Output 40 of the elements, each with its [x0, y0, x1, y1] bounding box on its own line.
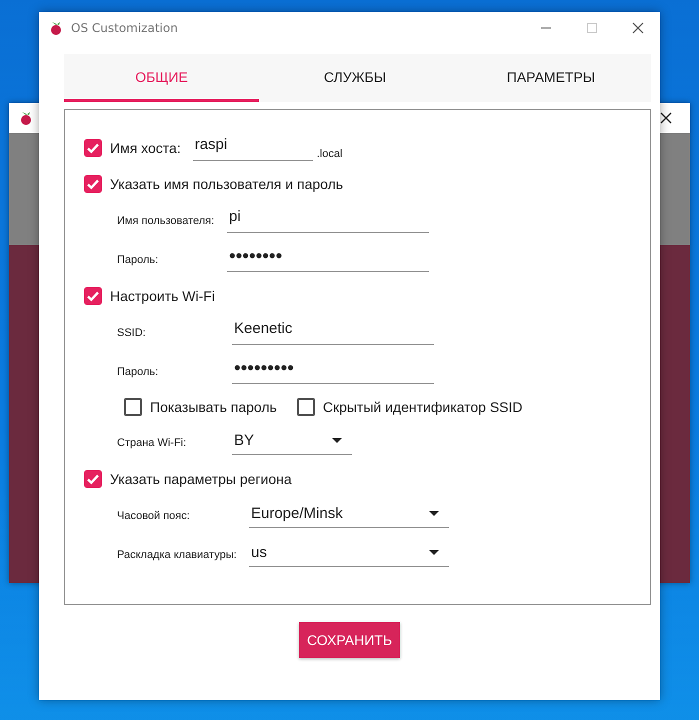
dropdown-arrow-icon	[332, 438, 342, 442]
field-label: Страна Wi-Fi:	[117, 436, 188, 448]
checkbox[interactable]	[124, 398, 142, 416]
option-label: Настроить Wi-Fi	[110, 288, 215, 304]
field-label: Пароль:	[117, 366, 160, 378]
checkbox[interactable]	[84, 175, 102, 193]
tab[interactable]: ОБЩИЕ	[64, 54, 259, 102]
option-label: Имя хоста:	[110, 140, 181, 156]
tab[interactable]: ПАРАМЕТРЫ	[451, 54, 651, 102]
option-label: Указать параметры региона	[110, 471, 292, 487]
checkbox[interactable]	[84, 470, 102, 488]
password-field[interactable]: •••••••••	[232, 359, 434, 384]
checkbox-label: Показывать пароль	[150, 399, 277, 415]
dropdown-arrow-icon	[429, 510, 439, 516]
window-title: OS Customization	[71, 21, 179, 35]
raspberry-icon	[49, 20, 63, 36]
save-button[interactable]: СОХРАНИТЬ	[298, 622, 400, 658]
checkbox-label: Скрытый идентификатор SSID	[322, 399, 522, 415]
field-label: Пароль:	[117, 254, 160, 266]
checkbox[interactable]	[296, 398, 315, 416]
dropdown[interactable]: Europe/Minsk	[249, 503, 449, 528]
dropdown-arrow-icon	[429, 550, 439, 554]
field-label: Раскладка клавиатуры:	[117, 548, 238, 560]
tab[interactable]: СЛУЖБЫ	[259, 54, 451, 102]
dropdown[interactable]: BY	[232, 430, 352, 455]
field-label: Часовой пояс:	[117, 510, 191, 522]
field-label: SSID:	[117, 326, 147, 338]
input-field[interactable]: pi	[227, 208, 429, 233]
checkbox[interactable]	[84, 287, 102, 305]
dropdown[interactable]: us	[249, 542, 449, 567]
input-field[interactable]: raspi	[192, 136, 313, 160]
raspberry-icon	[19, 110, 33, 126]
password-field[interactable]: ••••••••	[227, 247, 429, 272]
option-label: Указать имя пользователя и пароль	[110, 176, 344, 192]
domain-suffix: .local	[316, 148, 342, 160]
close-icon[interactable]	[660, 112, 672, 124]
close-icon[interactable]	[632, 22, 644, 34]
checkbox[interactable]	[84, 139, 102, 157]
field-label: Имя пользователя:	[117, 214, 216, 226]
input-field[interactable]: Keenetic	[232, 320, 434, 345]
